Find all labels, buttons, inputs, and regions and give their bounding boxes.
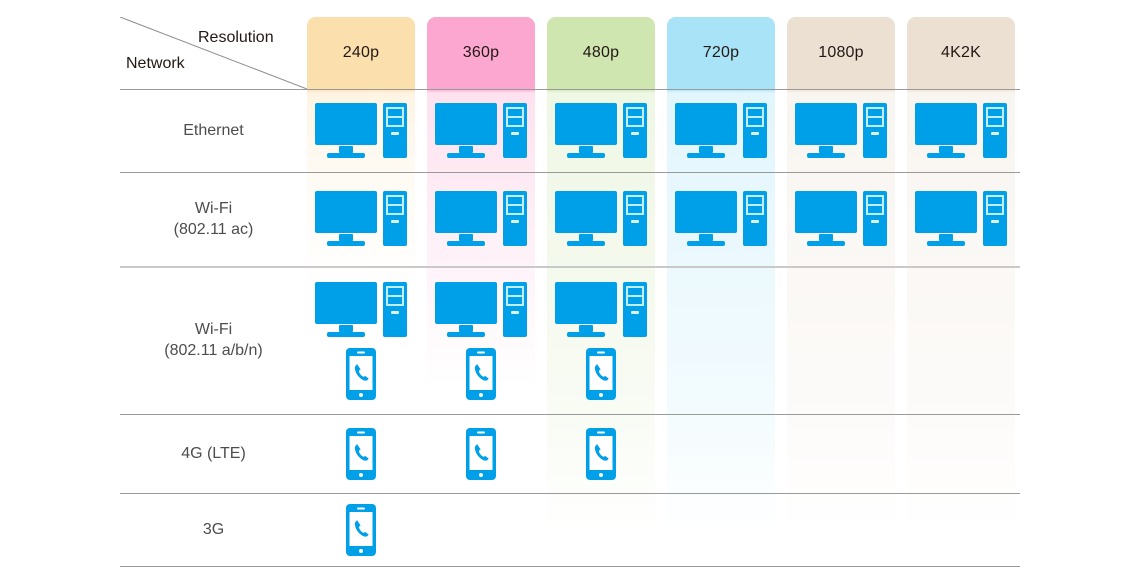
row-label-3[interactable]: 4G (LTE) bbox=[120, 414, 307, 493]
device-icon-stack bbox=[346, 503, 376, 556]
device-icon-stack bbox=[915, 101, 1007, 161]
row-label-line1: Wi-Fi bbox=[194, 321, 233, 338]
matrix-cell-r1-c3[interactable] bbox=[667, 172, 775, 266]
smartphone-icon bbox=[346, 427, 376, 480]
device-icon-stack bbox=[586, 427, 616, 480]
column-header-480p[interactable]: 480p bbox=[547, 17, 655, 89]
row-label-line1: 3G bbox=[202, 521, 225, 538]
matrix-cell-r0-c3[interactable] bbox=[667, 89, 775, 172]
row-label-line2: (802.11 ac) bbox=[173, 221, 254, 238]
matrix-cell-r1-c1[interactable] bbox=[427, 172, 535, 266]
column-header-label: 360p bbox=[462, 44, 500, 61]
desktop-computer-icon bbox=[795, 191, 887, 246]
matrix-cell-r1-c5[interactable] bbox=[907, 172, 1015, 266]
matrix-cell-r0-c5[interactable] bbox=[907, 89, 1015, 172]
row-label-4[interactable]: 3G bbox=[120, 493, 307, 566]
device-icon-stack bbox=[435, 101, 527, 161]
matrix-cell-r0-c4[interactable] bbox=[787, 89, 895, 172]
device-icon-stack bbox=[795, 101, 887, 161]
smartphone-icon bbox=[346, 503, 376, 556]
diagonal-divider-icon bbox=[120, 17, 307, 89]
row-label-line2: (802.11 a/b/n) bbox=[164, 342, 263, 359]
network-resolution-matrix: 240p 360p 480p 720p 1080p 4K2K Resolution Net… bbox=[0, 0, 1140, 582]
matrix-cell-r4-c0[interactable] bbox=[307, 493, 415, 566]
row-label-line1: Ethernet bbox=[183, 122, 244, 139]
device-icon-stack bbox=[466, 427, 496, 480]
matrix-cell-r2-c2[interactable] bbox=[547, 266, 655, 414]
row-label-line1: Wi-Fi bbox=[194, 200, 233, 217]
column-header-240p[interactable]: 240p bbox=[307, 17, 415, 89]
device-icon-stack bbox=[795, 189, 887, 249]
corner-diagonal-cell bbox=[120, 17, 307, 89]
desktop-computer-icon bbox=[315, 102, 407, 158]
smartphone-icon bbox=[586, 427, 616, 480]
desktop-computer-icon bbox=[315, 282, 407, 337]
smartphone-icon bbox=[466, 427, 496, 480]
matrix-cell-r1-c2[interactable] bbox=[547, 172, 655, 266]
column-header-1080p[interactable]: 1080p bbox=[787, 17, 895, 89]
device-icon-stack bbox=[346, 427, 376, 480]
matrix-cell-r0-c1[interactable] bbox=[427, 89, 535, 172]
desktop-computer-icon bbox=[675, 191, 767, 246]
device-icon-stack bbox=[555, 280, 647, 400]
column-header-label: 720p bbox=[702, 44, 740, 61]
device-icon-stack bbox=[435, 189, 527, 249]
column-header-label: 240p bbox=[342, 44, 380, 61]
smartphone-icon bbox=[346, 348, 376, 400]
column-header-label: 4K2K bbox=[941, 44, 981, 61]
device-icon-stack bbox=[315, 189, 407, 249]
desktop-computer-icon bbox=[795, 102, 887, 158]
matrix-cell-r0-c0[interactable] bbox=[307, 89, 415, 172]
column-header-720p[interactable]: 720p bbox=[667, 17, 775, 89]
desktop-computer-icon bbox=[315, 191, 407, 246]
matrix-cell-r2-c0[interactable] bbox=[307, 266, 415, 414]
device-icon-stack bbox=[435, 280, 527, 400]
device-icon-stack bbox=[675, 101, 767, 161]
desktop-computer-icon bbox=[435, 282, 527, 337]
desktop-computer-icon bbox=[555, 102, 647, 158]
matrix-cell-r3-c0[interactable] bbox=[307, 414, 415, 493]
matrix-cell-r2-c1[interactable] bbox=[427, 266, 535, 414]
matrix-cell-r3-c1[interactable] bbox=[427, 414, 535, 493]
desktop-computer-icon bbox=[555, 282, 647, 337]
desktop-computer-icon bbox=[555, 191, 647, 246]
device-icon-stack bbox=[315, 280, 407, 400]
matrix-cell-r0-c2[interactable] bbox=[547, 89, 655, 172]
desktop-computer-icon bbox=[435, 191, 527, 246]
desktop-computer-icon bbox=[915, 191, 1007, 246]
matrix-cell-r3-c2[interactable] bbox=[547, 414, 655, 493]
matrix-cell-r1-c4[interactable] bbox=[787, 172, 895, 266]
row-label-line1: 4G (LTE) bbox=[181, 445, 246, 462]
desktop-computer-icon bbox=[675, 102, 767, 158]
desktop-computer-icon bbox=[915, 102, 1007, 158]
device-icon-stack bbox=[555, 189, 647, 249]
row-label-0[interactable]: Ethernet bbox=[120, 89, 307, 172]
row-label-2[interactable]: Wi-Fi (802.11 a/b/n) bbox=[120, 266, 307, 414]
column-header-label: 480p bbox=[582, 44, 620, 61]
device-icon-stack bbox=[915, 189, 1007, 249]
device-icon-stack bbox=[675, 189, 767, 249]
column-header-360p[interactable]: 360p bbox=[427, 17, 535, 89]
desktop-computer-icon bbox=[435, 102, 527, 158]
column-axis-label: Resolution bbox=[198, 29, 274, 46]
smartphone-icon bbox=[586, 348, 616, 400]
row-divider-5 bbox=[120, 566, 1020, 567]
row-axis-label: Network bbox=[126, 55, 185, 72]
row-label-1[interactable]: Wi-Fi (802.11 ac) bbox=[120, 172, 307, 266]
device-icon-stack bbox=[555, 101, 647, 161]
device-icon-stack bbox=[315, 101, 407, 161]
column-header-label: 1080p bbox=[818, 44, 864, 61]
column-header-4k2k[interactable]: 4K2K bbox=[907, 17, 1015, 89]
smartphone-icon bbox=[466, 348, 496, 400]
matrix-cell-r1-c0[interactable] bbox=[307, 172, 415, 266]
